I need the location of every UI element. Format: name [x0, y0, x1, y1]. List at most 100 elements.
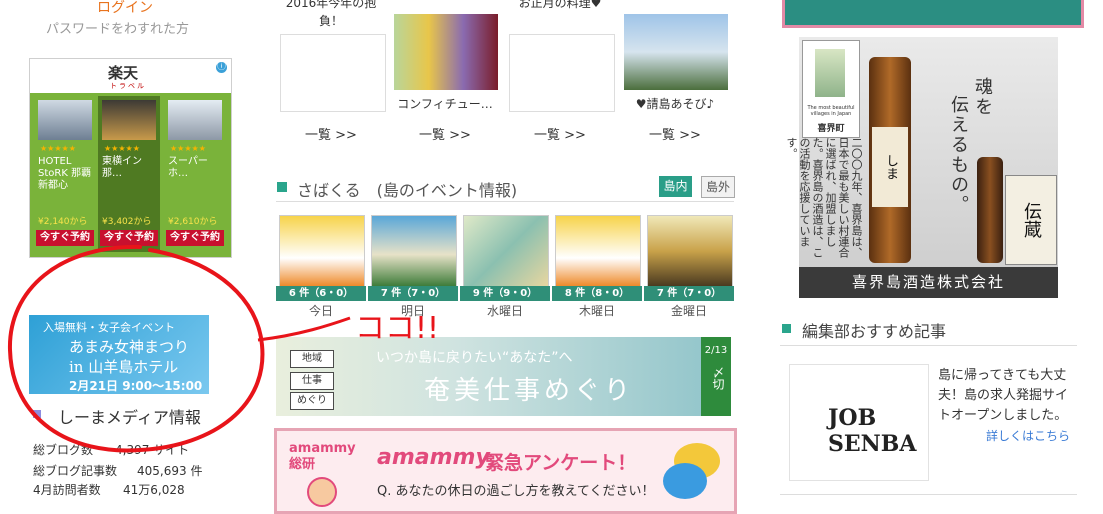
- stat-row: 総ブログ数 4,397 サイト: [33, 441, 189, 458]
- event-thumbnail: [371, 215, 457, 287]
- amammy-lab-badge: amammy 総研: [285, 437, 369, 507]
- rakuten-travel-ad[interactable]: 楽天 トラベル ⓘ ★★★★★ HOTEL StoRK 那覇新都心 ¥2,140…: [29, 58, 232, 258]
- theme-thumbnail: [280, 34, 386, 112]
- catch-copy: 魂を: [972, 77, 993, 117]
- event-count: 8 件（8・0）: [552, 286, 642, 301]
- theme-thumbnail: [624, 14, 728, 90]
- list-more-link[interactable]: 一覧 >>: [276, 124, 386, 143]
- amammy-lab-label: amammy 総研: [289, 441, 356, 472]
- stat-value: 4,397 サイト: [115, 443, 190, 457]
- event-count: 9 件（9・0）: [460, 286, 550, 301]
- event-day-thursday[interactable]: 8 件（8・0） 木曜日: [552, 212, 642, 320]
- brewery-name: 喜界島酒造株式会社: [799, 267, 1058, 298]
- hotel-name: スーパーホ…: [168, 156, 208, 179]
- stat-value: 405,693 件: [137, 464, 203, 478]
- top-right-banner[interactable]: [782, 0, 1084, 28]
- shochu-box: 伝蔵: [1005, 175, 1057, 265]
- stat-label: 4月訪問者数: [33, 483, 101, 497]
- deadline-label: 〆切: [711, 366, 725, 390]
- day-label: 今日: [308, 304, 333, 318]
- section-bullet-icon: [782, 324, 791, 333]
- rating-stars: ★★★★★: [170, 144, 206, 153]
- festival-title: あまみ女神まつり: [69, 338, 190, 356]
- event-count: 6 件（6・0）: [276, 286, 366, 301]
- amami-job-tour-banner[interactable]: 地域 仕事 めぐり いつか島に戻りたい“あなた”へ 奄美仕事めぐり 2/13 〆…: [276, 337, 731, 416]
- rakuten-ad-header: 楽天 トラベル ⓘ: [30, 59, 231, 93]
- festival-banner[interactable]: 入場無料・女子会イベント あまみ女神まつり in 山羊島ホテル 2月21日 9:…: [29, 315, 209, 394]
- divider: [780, 494, 1077, 495]
- hotel-price: ¥3,402から: [102, 217, 152, 227]
- hotel-image: [168, 100, 222, 140]
- book-now-button[interactable]: 今すぐ予約: [100, 230, 158, 246]
- hotel-image: [38, 100, 92, 140]
- banner-tag: めぐり: [290, 392, 334, 410]
- section-bullet-icon: [33, 410, 41, 418]
- tab-outside-island[interactable]: 島外: [701, 176, 735, 198]
- book-now-button[interactable]: 今すぐ予約: [166, 230, 224, 246]
- day-label: 金曜日: [670, 304, 707, 318]
- badge-text: The most beautiful villages in Japan: [807, 105, 855, 117]
- theme-caption: お正月の料理♥: [518, 0, 602, 10]
- village-logo-icon: [815, 49, 845, 97]
- list-more-link[interactable]: 一覧 >>: [505, 124, 615, 143]
- banner-tag: 仕事: [290, 372, 334, 390]
- survey-question: Q. あなたの休日の過ごし方を教えてください！: [377, 484, 655, 499]
- read-more-link[interactable]: 詳しくはこちら: [986, 427, 1070, 444]
- day-label: 水曜日: [486, 304, 523, 318]
- festival-subtitle: 入場無料・女子会イベント: [43, 321, 175, 334]
- rating-stars: ★★★★★: [104, 144, 140, 153]
- shochu-bottle: しま: [869, 57, 911, 263]
- article-thumbnail[interactable]: JOB SENBA: [789, 364, 929, 481]
- event-thumbnail: [279, 215, 365, 287]
- festival-date: 2月21日 9:00～15:00: [69, 379, 203, 393]
- list-more-link[interactable]: 一覧 >>: [620, 124, 730, 143]
- hotel-name: 東横イン那…: [102, 156, 142, 179]
- stat-row: 4月訪問者数 41万6,028: [33, 481, 185, 498]
- article-summary[interactable]: 島に帰ってきても大丈夫！島の求人発掘サイトオープンしました。: [938, 366, 1078, 426]
- event-day-tomorrow[interactable]: 7 件（7・0） 明日: [368, 212, 458, 320]
- kikaijima-shochu-ad[interactable]: The most beautiful villages in Japan 喜界町…: [785, 37, 1058, 298]
- catch-copy: 伝えるもの。: [948, 95, 969, 215]
- hotel-card[interactable]: ★★★★★ スーパーホ… ¥2,610から 今すぐ予約: [164, 96, 226, 252]
- rakuten-logo: 楽天: [108, 64, 139, 82]
- hotel-price: ¥2,610から: [168, 217, 218, 227]
- tab-inside-island[interactable]: 島内: [659, 176, 692, 197]
- event-day-today[interactable]: 6 件（6・0） 今日: [276, 212, 366, 320]
- badge-town-name: 喜界町: [817, 124, 845, 134]
- hotel-card[interactable]: ★★★★★ 東横イン那… ¥3,402から 今すぐ予約: [98, 96, 160, 252]
- forgot-password-link[interactable]: パスワードをわすれた方: [46, 18, 189, 37]
- banner-tagline: いつか島に戻りたい“あなた”へ: [376, 350, 573, 366]
- ad-description: 二〇〇九年、喜界島は、日本で最も美しい村連合に選ばれ、加盟しました。喜界島の酒造…: [785, 137, 863, 258]
- event-count: 7 件（7・0）: [368, 286, 458, 301]
- theme-caption: ♥請島あそび♪: [635, 97, 715, 111]
- theme-thumbnail: [509, 34, 615, 112]
- event-thumbnail: [463, 215, 549, 287]
- banner-title: 奄美仕事めぐり: [424, 376, 635, 406]
- amammy-survey-banner[interactable]: amammy 総研 amammy 緊急アンケート！ Q. あなたの休日の過ごし方…: [274, 428, 737, 514]
- deadline-badge: 2/13 〆切: [701, 337, 731, 416]
- day-label: 明日: [400, 304, 425, 318]
- article-image-label: JOB SENBA: [828, 405, 917, 457]
- festival-venue: in 山羊島ホテル: [69, 358, 179, 376]
- deadline-date: 2/13: [704, 345, 728, 356]
- amammy-logo: amammy: [377, 445, 490, 470]
- login-link[interactable]: ログイン: [97, 0, 153, 17]
- book-now-button[interactable]: 今すぐ予約: [36, 230, 94, 246]
- media-info-heading: しーまメディア情報: [58, 408, 201, 427]
- survey-headline: 緊急アンケート！: [485, 452, 637, 474]
- speech-bubble-icon: [663, 463, 707, 499]
- stat-label: 総ブログ記事数: [33, 464, 118, 478]
- info-icon[interactable]: ⓘ: [216, 62, 227, 73]
- stat-row: 総ブログ記事数 405,693 件: [33, 462, 202, 479]
- list-more-link[interactable]: 一覧 >>: [390, 124, 500, 143]
- shochu-bottle: [977, 157, 1003, 263]
- hotel-price: ¥2,140から: [38, 217, 88, 227]
- hotel-image: [102, 100, 156, 140]
- event-day-wednesday[interactable]: 9 件（9・0） 水曜日: [460, 212, 550, 320]
- hotel-card[interactable]: ★★★★★ HOTEL StoRK 那覇新都心 ¥2,140から 今すぐ予約: [34, 96, 96, 252]
- stat-label: 総ブログ数: [33, 443, 94, 457]
- blog-theme-cell[interactable]: 2016年今年の抱負！ 一覧 >>: [276, 0, 386, 143]
- event-day-friday[interactable]: 7 件（7・0） 金曜日: [644, 212, 734, 320]
- blog-theme-cell[interactable]: お正月の料理♥ 一覧 >>: [505, 0, 615, 143]
- section-bullet-icon: [277, 182, 287, 192]
